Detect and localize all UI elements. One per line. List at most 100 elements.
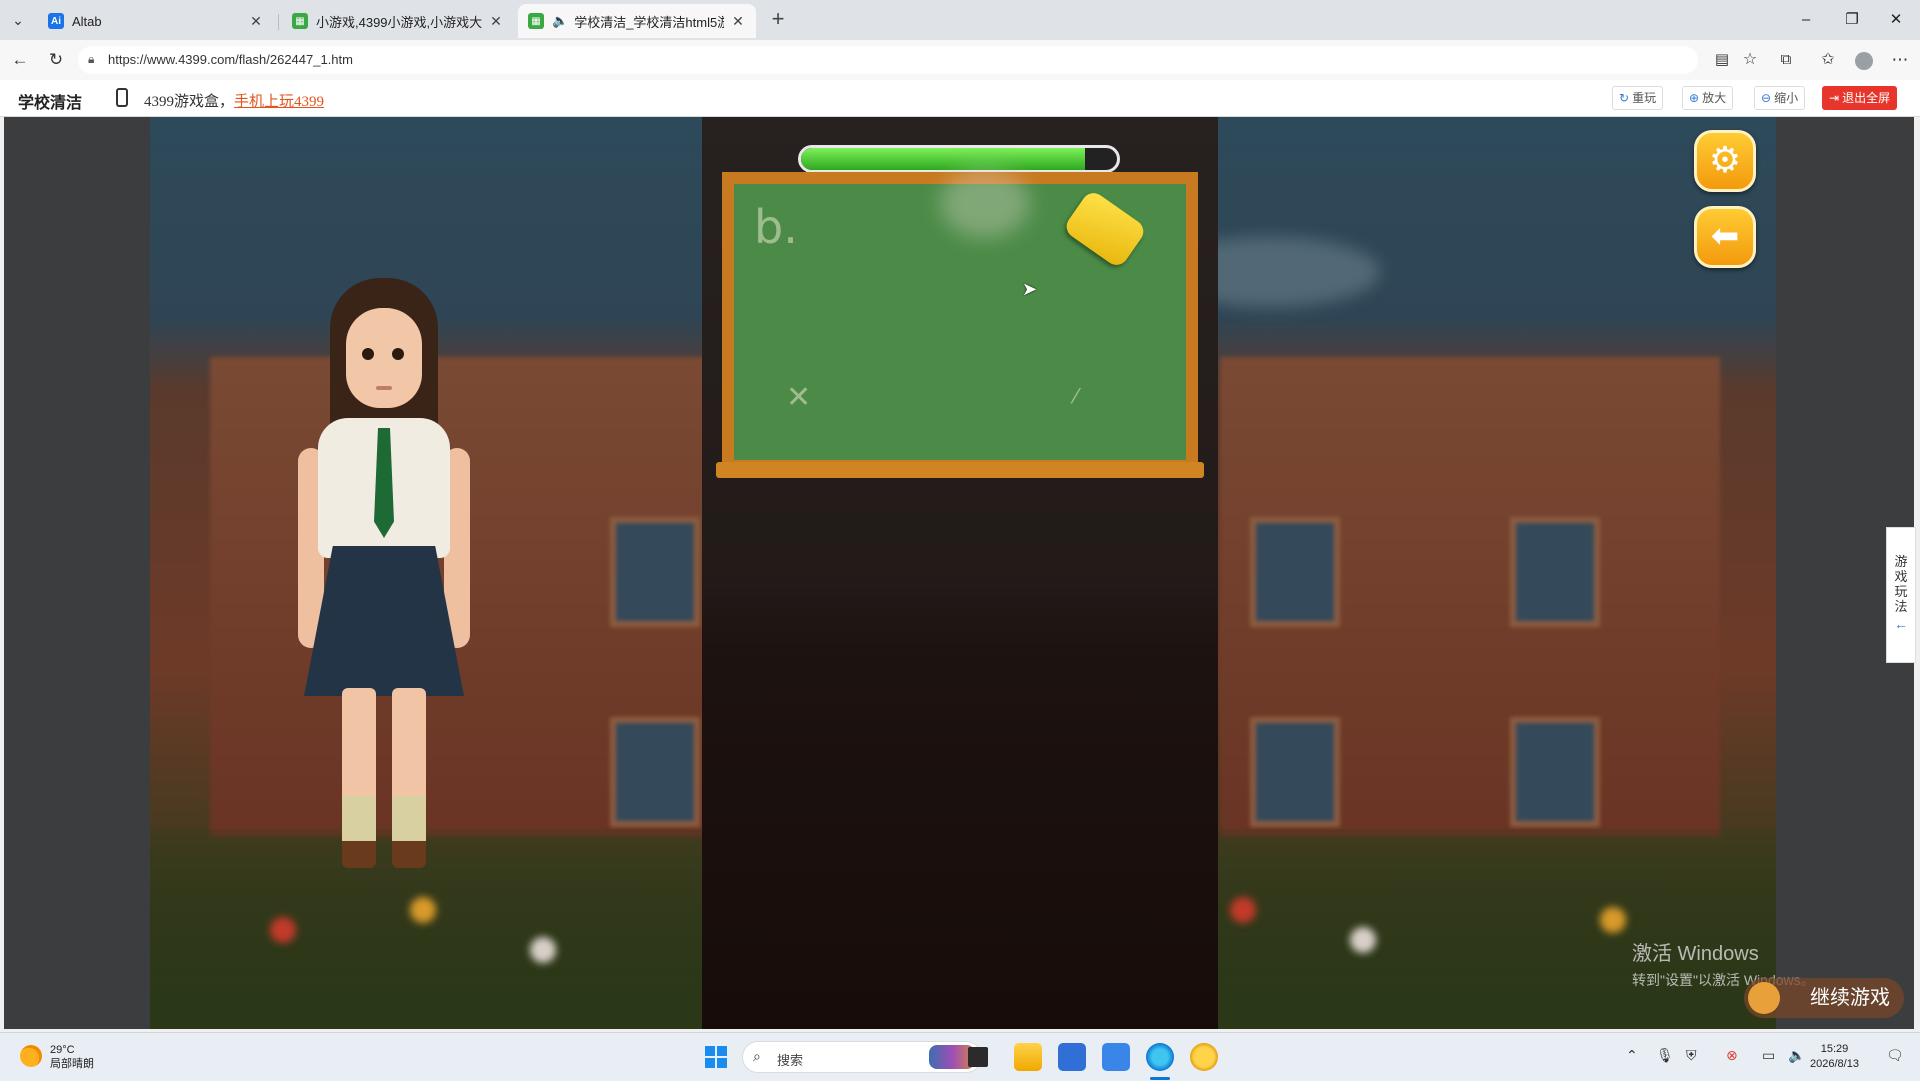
tab-strip: ⌄ Ai Altab ✕ ▦ 小游戏,4399小游戏,小游戏大全,双 ✕ ▦ 🔈… xyxy=(0,0,1920,40)
new-tab-button[interactable]: + xyxy=(766,8,790,32)
file-explorer-icon[interactable] xyxy=(1014,1043,1042,1071)
close-window-button[interactable]: ✕ xyxy=(1876,8,1916,32)
4399-icon: ▦ xyxy=(528,13,544,29)
favorites-icon[interactable]: ✩ xyxy=(1816,48,1840,72)
replay-label: 重玩 xyxy=(1632,91,1657,105)
navigation-bar: ← ↻ 🔒︎ https://www.4399.com/flash/262447… xyxy=(0,40,1920,80)
url-text[interactable]: https://www.4399.com/flash/262447_1.htm xyxy=(108,52,353,67)
reader-mode-icon[interactable]: ▤ xyxy=(1710,48,1734,72)
taskbar: 29°C 局部晴朗 ⌕ 搜索 ⌃ 🎙︎ ⛨ ⊗ ▭ 🔈 15:29 2026/8… xyxy=(0,1032,1920,1081)
flower xyxy=(1230,897,1256,923)
back-button[interactable]: ⬅ xyxy=(1694,206,1756,268)
replay-button[interactable]: ↻ 重玩 xyxy=(1612,86,1664,110)
game-title: 学校清洁 xyxy=(18,95,83,112)
continue-game-button[interactable]: 继续游戏 xyxy=(1744,978,1904,1018)
window xyxy=(610,517,700,627)
clock-time: 15:29 xyxy=(1820,1043,1849,1055)
side-tab-char: 游 xyxy=(1894,554,1908,569)
settings-button[interactable]: ⚙ xyxy=(1694,130,1756,192)
weather-sun-icon[interactable] xyxy=(20,1045,42,1067)
gear-icon: ⚙ xyxy=(1708,139,1742,180)
search-placeholder: 搜索 xyxy=(777,1053,804,1068)
game-app-icon[interactable] xyxy=(1190,1043,1218,1071)
taskbar-search[interactable]: ⌕ 搜索 xyxy=(742,1041,982,1073)
volume-icon[interactable]: 🔈 xyxy=(1788,1047,1805,1064)
tab-separator xyxy=(278,14,279,30)
favorite-star-icon[interactable]: ☆ xyxy=(1738,48,1762,72)
window xyxy=(1510,717,1600,827)
tab-list-chevron-icon[interactable]: ⌄ xyxy=(8,10,28,30)
speaker-icon[interactable]: 🔈 xyxy=(552,13,568,29)
app-tray-icon[interactable]: ⊗ xyxy=(1726,1047,1738,1064)
weather-widget[interactable]: 29°C 局部晴朗 xyxy=(50,1043,94,1071)
shield-icon[interactable]: ⛨ xyxy=(1686,1047,1697,1064)
zoom-out-label: 缩小 xyxy=(1774,91,1799,105)
side-tab-char: 玩 xyxy=(1894,584,1908,599)
mouth xyxy=(376,386,392,390)
profile-avatar-icon[interactable] xyxy=(1852,48,1876,72)
address-bar[interactable]: 🔒︎ https://www.4399.com/flash/262447_1.h… xyxy=(78,46,1698,74)
zoom-out-button[interactable]: ⊖ 缩小 xyxy=(1754,86,1806,110)
tab-title: 小游戏,4399小游戏,小游戏大全,双 xyxy=(316,14,482,30)
whiteboard-icon[interactable] xyxy=(1102,1043,1130,1071)
zoom-in-button[interactable]: ⊕ 放大 xyxy=(1682,86,1734,110)
watermark-title: 激活 Windows xyxy=(1632,943,1759,965)
minimize-button[interactable]: – xyxy=(1786,8,1826,32)
chalkboard-ledge xyxy=(716,462,1204,478)
temperature: 29°C xyxy=(50,1044,75,1056)
eye xyxy=(362,348,374,360)
4399-icon: ▦ xyxy=(292,13,308,29)
exit-fullscreen-button[interactable]: ⇥ 退出全屏 xyxy=(1822,86,1898,110)
notification-icon[interactable]: 🗨︎ xyxy=(1886,1047,1904,1064)
eye xyxy=(392,348,404,360)
refresh-icon[interactable]: ↻ xyxy=(44,48,68,72)
promo-text: 4399游戏盒，手机上玩4399 xyxy=(144,90,324,111)
close-tab-icon[interactable]: ✕ xyxy=(248,13,264,30)
exit-fullscreen-label: 退出全屏 xyxy=(1842,91,1891,105)
search-icon: ⌕ xyxy=(753,1048,761,1064)
microsoft-store-icon[interactable] xyxy=(1058,1043,1086,1071)
chalk-mark: ⁄ xyxy=(1074,384,1078,408)
tab-title: Altab xyxy=(72,13,102,29)
progress-fill xyxy=(801,148,1086,170)
system-clock[interactable]: 15:29 2026/8/13 xyxy=(1810,1042,1859,1072)
tab-4399-home[interactable]: ▦ 小游戏,4399小游戏,小游戏大全,双 ✕ xyxy=(282,4,514,38)
window xyxy=(1250,517,1340,627)
zoom-in-icon: ⊕ xyxy=(1689,91,1700,105)
microphone-icon[interactable]: 🎙︎ xyxy=(1656,1047,1674,1064)
flower xyxy=(1350,927,1376,953)
how-to-play-tab[interactable]: 游 戏 玩 法 ← xyxy=(1886,527,1916,663)
extensions-icon[interactable]: ⧉ xyxy=(1774,48,1798,72)
close-tab-icon[interactable]: ✕ xyxy=(730,13,746,30)
side-tab-char: 法 xyxy=(1894,599,1908,614)
flower xyxy=(1600,907,1626,933)
tab-altab[interactable]: Ai Altab ✕ xyxy=(38,4,274,38)
exit-icon: ⇥ xyxy=(1829,91,1840,105)
tab-school-cleaning[interactable]: ▦ 🔈 学校清洁_学校清洁html5游戏 ✕ xyxy=(518,4,756,38)
task-view-icon[interactable] xyxy=(968,1047,988,1067)
close-tab-icon[interactable]: ✕ xyxy=(488,13,504,30)
replay-icon: ↻ xyxy=(1619,91,1630,105)
chalk-dust xyxy=(940,168,1030,238)
flower xyxy=(270,917,296,943)
edge-browser-icon[interactable] xyxy=(1146,1043,1174,1071)
more-menu-icon[interactable]: ⋯ xyxy=(1888,48,1912,72)
site-header: 学校清洁 4399游戏盒，手机上玩4399 ↻ 重玩 ⊕ 放大 ⊖ 缩小 ⇥ 退出全屏 xyxy=(0,80,1920,117)
tray-chevron-up-icon[interactable]: ⌃ xyxy=(1626,1047,1638,1064)
promo-link[interactable]: 手机上玩4399 xyxy=(234,94,324,110)
windows-start-icon[interactable] xyxy=(702,1043,730,1071)
restore-button[interactable]: ❐ xyxy=(1832,8,1872,32)
side-tab-char: 戏 xyxy=(1894,569,1908,584)
arrow-left-icon: ⬅ xyxy=(1710,217,1740,255)
girl-character xyxy=(284,278,484,878)
zoom-in-label: 放大 xyxy=(1702,91,1727,105)
back-icon[interactable]: ← xyxy=(8,48,32,72)
continue-label: 继续游戏 xyxy=(1810,987,1890,1009)
lock-icon[interactable]: 🔒︎ xyxy=(88,52,94,67)
network-icon[interactable]: ▭ xyxy=(1762,1047,1775,1064)
flower xyxy=(410,897,436,923)
phone-icon xyxy=(116,88,128,107)
tab-title: 学校清洁_学校清洁html5游戏 xyxy=(574,14,724,30)
leg xyxy=(392,688,426,868)
promo-label: 4399游戏盒， xyxy=(144,94,235,110)
